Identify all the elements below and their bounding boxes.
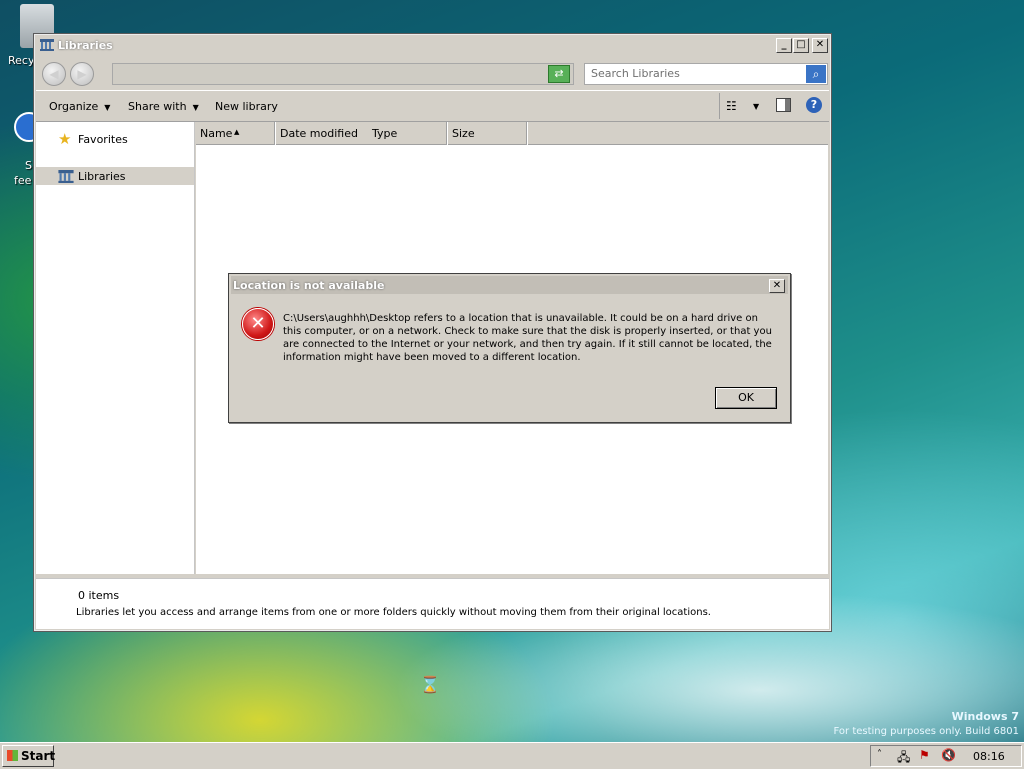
libraries-icon [40, 39, 54, 51]
address-bar[interactable]: ▼ [112, 63, 574, 85]
nav-item-favorites[interactable]: ★ Favorites [36, 130, 194, 148]
hourglass-cursor-icon: ⌛ [420, 675, 440, 694]
show-hidden-icons-icon[interactable]: ˄ [877, 749, 882, 760]
search-input[interactable]: Search Libraries ⌕ [584, 63, 828, 85]
share-with-label: Share with [128, 100, 187, 113]
column-header-name[interactable]: Name ▲ [196, 122, 275, 145]
windows-logo-icon [7, 750, 18, 761]
command-bar: Organize ▼ Share with ▼ New library ☷ ▼ ? [36, 90, 829, 122]
column-header-filler [528, 122, 828, 145]
details-description: Libraries let you access and arrange ite… [76, 607, 711, 618]
start-button[interactable]: Start [2, 745, 56, 767]
window-title: Libraries [58, 39, 113, 52]
system-tray: ˄ 🖧 ⚑ 🔇 08:16 [870, 745, 1022, 767]
network-icon[interactable]: 🖧 [897, 748, 910, 769]
nav-item-label: Favorites [78, 133, 128, 146]
volume-muted-icon[interactable]: 🔇 [941, 748, 956, 762]
organize-menu[interactable]: Organize ▼ [49, 100, 110, 113]
search-placeholder: Search Libraries [591, 67, 680, 80]
close-button[interactable]: ✕ [812, 38, 828, 53]
views-dropdown-icon[interactable]: ▼ [753, 102, 759, 111]
dialog-message: C:\Users\aughhh\Desktop refers to a loca… [283, 313, 772, 363]
column-header-date-modified[interactable]: Date modified [276, 122, 369, 145]
preview-pane-icon[interactable] [776, 98, 791, 112]
taskbar: Start ˄ 🖧 ⚑ 🔇 08:16 [0, 742, 1024, 769]
dialog-title: Location is not available [233, 279, 385, 292]
star-icon: ★ [58, 130, 72, 148]
column-header-label: Type [372, 127, 398, 140]
refresh-icon[interactable]: ⇄ [548, 65, 570, 83]
maximize-button[interactable]: □ [793, 38, 809, 53]
dialog-close-button[interactable]: ✕ [769, 279, 785, 293]
forward-button[interactable]: ▶ [70, 62, 94, 86]
desktop-shortcut-label-line2: fee [14, 174, 32, 187]
clock[interactable]: 08:16 [973, 750, 1005, 763]
share-with-menu[interactable]: Share with ▼ [128, 100, 199, 113]
dialog-title-bar[interactable]: Location is not available ✕ [231, 276, 788, 294]
column-header-type[interactable]: Type [368, 122, 447, 145]
watermark-build: For testing purposes only. Build 6801 [833, 726, 1019, 737]
sort-up-icon: ▲ [234, 128, 240, 136]
toolbar-divider [719, 93, 720, 119]
nav-item-label: Libraries [78, 170, 126, 183]
location-error-dialog: Location is not available ✕ ✕ C:\Users\a… [228, 273, 791, 423]
new-library-button[interactable]: New library [215, 100, 278, 113]
error-icon: ✕ [242, 308, 274, 340]
column-header-size[interactable]: Size [448, 122, 527, 145]
help-icon[interactable]: ? [806, 97, 822, 113]
title-bar[interactable]: Libraries _ □ ✕ [36, 36, 829, 55]
back-button[interactable]: ◀ [42, 62, 66, 86]
search-icon[interactable]: ⌕ [806, 65, 826, 83]
navigation-bar: ◀ ▶ ▼ ⇄ Search Libraries ⌕ [36, 58, 829, 88]
organize-label: Organize [49, 100, 99, 113]
details-pane: 0 items Libraries let you access and arr… [36, 578, 829, 629]
column-header-label: Name [200, 127, 233, 140]
minimize-button[interactable]: _ [776, 38, 792, 53]
chevron-down-icon: ▼ [192, 103, 199, 112]
column-header-label: Size [452, 127, 475, 140]
start-label: Start [21, 749, 56, 763]
action-center-icon[interactable]: ⚑ [919, 748, 930, 762]
views-icon[interactable]: ☷ [726, 99, 737, 113]
ok-button[interactable]: OK [715, 387, 777, 409]
watermark-title: Windows 7 [951, 710, 1019, 723]
nav-item-libraries[interactable]: Libraries [36, 167, 194, 185]
navigation-pane: ★ Favorites Libraries [36, 122, 195, 574]
item-count: 0 items [78, 589, 120, 602]
desktop-shortcut-label-line1: S [25, 159, 32, 172]
libraries-icon [58, 170, 74, 183]
chevron-down-icon: ▼ [104, 103, 111, 112]
column-header-label: Date modified [280, 127, 358, 140]
recycle-bin-label: Recy [8, 54, 35, 67]
